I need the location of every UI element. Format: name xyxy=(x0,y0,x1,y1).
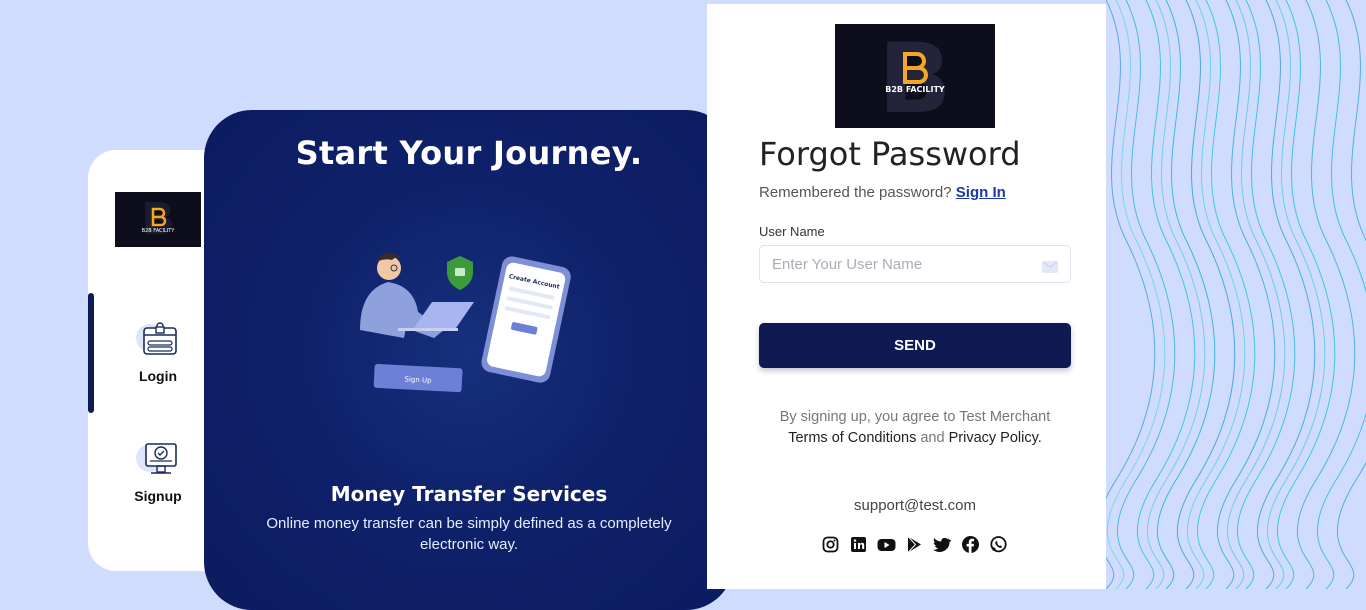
facebook-icon[interactable] xyxy=(961,535,980,554)
logo-text: B2B FACILITY xyxy=(885,85,945,94)
mail-icon xyxy=(1042,258,1058,277)
brand-logo-small: B B2B FACILITY xyxy=(115,192,201,247)
promo-subtitle: Money Transfer Services xyxy=(330,482,608,506)
sidebar-item-login[interactable]: Login xyxy=(108,318,208,384)
sidebar-item-label: Login xyxy=(138,368,178,384)
forgot-password-card: B B2B FACILITY Forgot Password Remembere… xyxy=(707,4,1106,589)
sign-in-link[interactable]: Sign In xyxy=(956,184,1006,201)
play-store-icon[interactable] xyxy=(905,535,924,554)
sidebar-item-signup[interactable]: Signup xyxy=(108,438,208,504)
send-button[interactable]: SEND xyxy=(759,323,1071,368)
sidebar-item-label: Signup xyxy=(134,488,182,504)
svg-text:B: B xyxy=(878,24,951,128)
active-indicator xyxy=(88,293,94,413)
wave-lines-decoration xyxy=(1106,0,1366,589)
terms-link[interactable]: Terms of Conditions xyxy=(788,430,916,446)
social-links xyxy=(821,535,1008,554)
username-input[interactable] xyxy=(760,246,1034,282)
terms-and: and xyxy=(920,430,945,446)
username-field-wrapper xyxy=(759,245,1071,283)
privacy-link[interactable]: Privacy Policy. xyxy=(949,430,1042,446)
svg-text:B: B xyxy=(141,194,175,245)
linkedin-icon[interactable] xyxy=(849,535,868,554)
instagram-icon[interactable] xyxy=(821,535,840,554)
support-email[interactable]: support@test.com xyxy=(707,497,1123,514)
remember-label: Remembered the password? xyxy=(759,184,952,201)
page-title: Forgot Password xyxy=(759,135,1021,173)
illustration-signup-label: Sign Up xyxy=(404,375,432,384)
promo-title: Start Your Journey. xyxy=(295,134,643,172)
terms-prefix: By signing up, you agree to Test Merchan… xyxy=(779,409,1051,425)
youtube-icon[interactable] xyxy=(877,535,896,554)
twitter-icon[interactable] xyxy=(933,535,952,554)
login-icon xyxy=(108,318,208,366)
promo-description: Online money transfer can be simply defi… xyxy=(266,515,672,553)
terms-text: By signing up, you agree to Test Merchan… xyxy=(737,407,1093,449)
signup-illustration: Create Account Sign Up xyxy=(360,252,571,393)
remember-text: Remembered the password? Sign In xyxy=(759,184,1006,201)
whatsapp-icon[interactable] xyxy=(989,535,1008,554)
signup-icon xyxy=(108,438,208,486)
brand-logo: B B2B FACILITY xyxy=(835,23,995,135)
logo-text: B2B FACILITY xyxy=(142,228,176,234)
promo-panel: Start Your Journey. Create Account Sign … xyxy=(204,110,734,610)
username-label: User Name xyxy=(759,224,825,239)
